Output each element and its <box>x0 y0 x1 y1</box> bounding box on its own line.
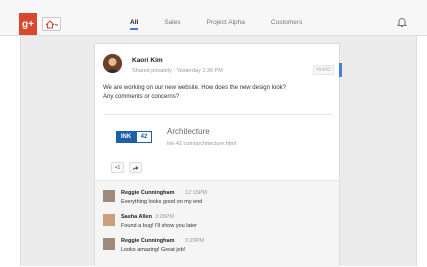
google-plus-logo[interactable]: g+ <box>19 13 37 35</box>
avatar[interactable] <box>103 214 115 226</box>
divider <box>103 114 332 115</box>
avatar[interactable] <box>103 238 115 250</box>
link-logo[interactable]: INK 42 <box>116 131 152 143</box>
comment-author[interactable]: Reggie Cunningham <box>121 190 174 196</box>
post-card: Kaori Kim Shared privately - Yesterday 1… <box>94 43 342 267</box>
post-author[interactable]: Kaori Kim <box>132 57 163 64</box>
post-meta: Shared privately - Yesterday 1:36 PM <box>132 68 223 74</box>
comments-section: Reggie Cunningham 12:15PM Everything loo… <box>95 180 339 267</box>
post-text-line-1: We are working on our new website. How d… <box>103 85 286 91</box>
link-url[interactable]: ink-42.com/architecture.html <box>167 141 236 147</box>
comment-author[interactable]: Reggie Cunningham <box>121 238 174 244</box>
share-icon <box>132 165 139 170</box>
avatar[interactable] <box>103 54 122 73</box>
comment-text: Found a bug! I'll show you later <box>121 223 197 229</box>
tab-project-alpha[interactable]: Project Alpha <box>207 14 245 30</box>
post-text: We are working on our new website. How d… <box>103 84 328 102</box>
top-bar: g+ All Sales Project Alpha Customers <box>0 0 427 36</box>
comment: Reggie Cunningham 12:15PM Everything loo… <box>103 190 333 210</box>
stream-tabs: All Sales Project Alpha Customers <box>130 14 328 35</box>
tab-all[interactable]: All <box>130 14 139 30</box>
comment-time: 3:05PM <box>155 214 174 220</box>
tag-accent-bar <box>339 63 342 77</box>
comment-text: Looks amazing! Great job! <box>121 247 186 253</box>
post-tag[interactable]: #ink42 <box>313 65 334 75</box>
share-button[interactable] <box>129 162 142 173</box>
bell-icon[interactable] <box>397 17 407 28</box>
comment-author[interactable]: Sasha Allen <box>121 214 152 220</box>
app-window: g+ All Sales Project Alpha Customers Kao… <box>0 0 427 267</box>
comment-text: Everything looks good on my end <box>121 199 203 205</box>
plus-one-button[interactable]: +1 <box>111 162 124 173</box>
comment-time: 3:20PM <box>185 238 204 244</box>
tab-sales[interactable]: Sales <box>164 14 180 30</box>
avatar[interactable] <box>103 190 115 202</box>
comment: Reggie Cunningham 3:20PM Looks amazing! … <box>103 238 333 258</box>
comment: Sasha Allen 3:05PM Found a bug! I'll sho… <box>103 214 333 234</box>
avatar-image <box>103 54 122 73</box>
comment-time: 12:15PM <box>185 190 208 196</box>
link-title[interactable]: Architecture <box>167 127 210 136</box>
home-icon <box>45 19 58 29</box>
post-text-line-2: Any comments or concerns? <box>103 94 180 100</box>
home-menu-button[interactable] <box>42 17 61 31</box>
tab-customers[interactable]: Customers <box>271 14 302 30</box>
